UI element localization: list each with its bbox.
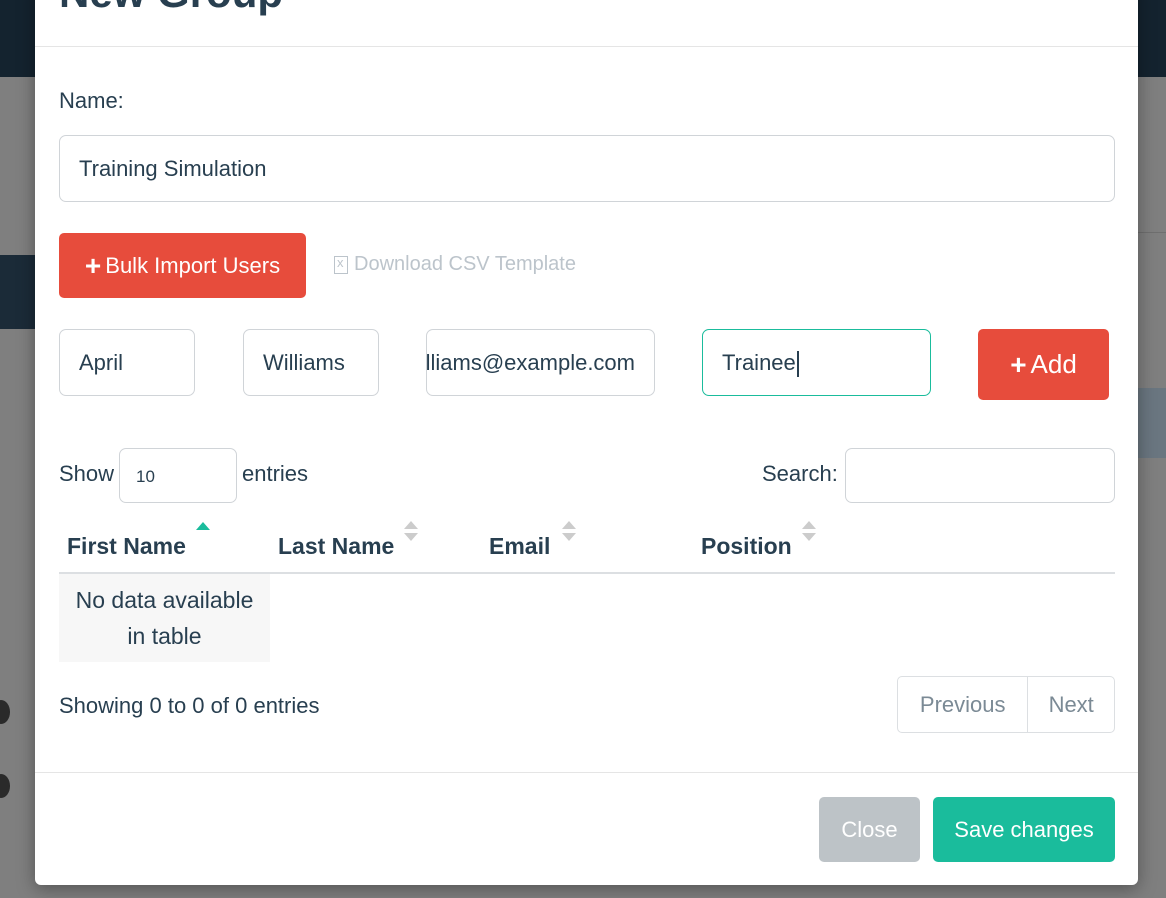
empty-message-line: in table	[127, 623, 202, 649]
group-name-input[interactable]: Training Simulation	[59, 135, 1115, 202]
modal-footer-divider	[35, 772, 1138, 773]
next-page-button[interactable]: Next	[1028, 677, 1114, 732]
close-button[interactable]: Close	[819, 797, 920, 862]
add-label: Add	[1030, 349, 1077, 379]
sort-down-icon	[802, 533, 816, 541]
download-csv-template-link[interactable]: Download CSV Template	[334, 253, 576, 276]
empty-table-message: No data available in table	[59, 574, 270, 662]
file-excel-icon	[334, 255, 348, 274]
download-csv-label: Download CSV Template	[354, 253, 576, 275]
modal-title: New Group	[59, 0, 283, 14]
sort-ascending-icon	[196, 522, 210, 530]
position-input[interactable]: Trainee	[702, 329, 931, 396]
bulk-import-label: Bulk Import Users	[105, 252, 281, 278]
column-header-first-name[interactable]: First Name	[67, 533, 186, 560]
new-group-modal: New Group Name: Training Simulation + Bu…	[35, 0, 1138, 885]
bulk-import-users-button[interactable]: + Bulk Import Users	[59, 233, 306, 298]
last-name-input[interactable]: Williams	[243, 329, 379, 396]
sort-down-icon	[404, 533, 418, 541]
entries-select[interactable]: 10	[119, 448, 237, 503]
plus-icon: +	[1010, 348, 1027, 380]
column-header-last-name[interactable]: Last Name	[278, 533, 394, 560]
text-caret	[796, 351, 799, 378]
pagination: Previous Next	[897, 676, 1115, 733]
email-value: april.williams@example.com	[426, 350, 635, 375]
position-value: Trainee	[722, 350, 796, 375]
previous-page-button[interactable]: Previous	[898, 677, 1029, 732]
plus-icon: +	[84, 249, 102, 281]
show-label: Show	[59, 461, 115, 486]
name-label: Name:	[59, 88, 124, 113]
modal-header-divider	[35, 46, 1138, 47]
save-changes-button[interactable]: Save changes	[933, 797, 1115, 862]
background-panel	[1138, 388, 1166, 458]
search-label: Search:	[762, 461, 838, 486]
add-user-button[interactable]: + Add	[978, 329, 1109, 400]
column-header-position[interactable]: Position	[701, 533, 792, 560]
background-divider	[1138, 232, 1166, 233]
sort-up-icon	[802, 521, 816, 529]
empty-message-line: No data available	[75, 587, 254, 613]
sort-up-icon	[404, 521, 418, 529]
first-name-input[interactable]: April	[59, 329, 195, 396]
entries-label: entries	[242, 461, 309, 486]
background-sidebar-strip	[0, 255, 40, 329]
sort-down-icon	[562, 533, 576, 541]
search-input[interactable]	[845, 448, 1115, 503]
column-header-email[interactable]: Email	[489, 533, 550, 560]
sort-up-icon	[562, 521, 576, 529]
email-input[interactable]: april.williams@example.com	[426, 329, 655, 396]
table-info: Showing 0 to 0 of 0 entries	[59, 693, 320, 718]
